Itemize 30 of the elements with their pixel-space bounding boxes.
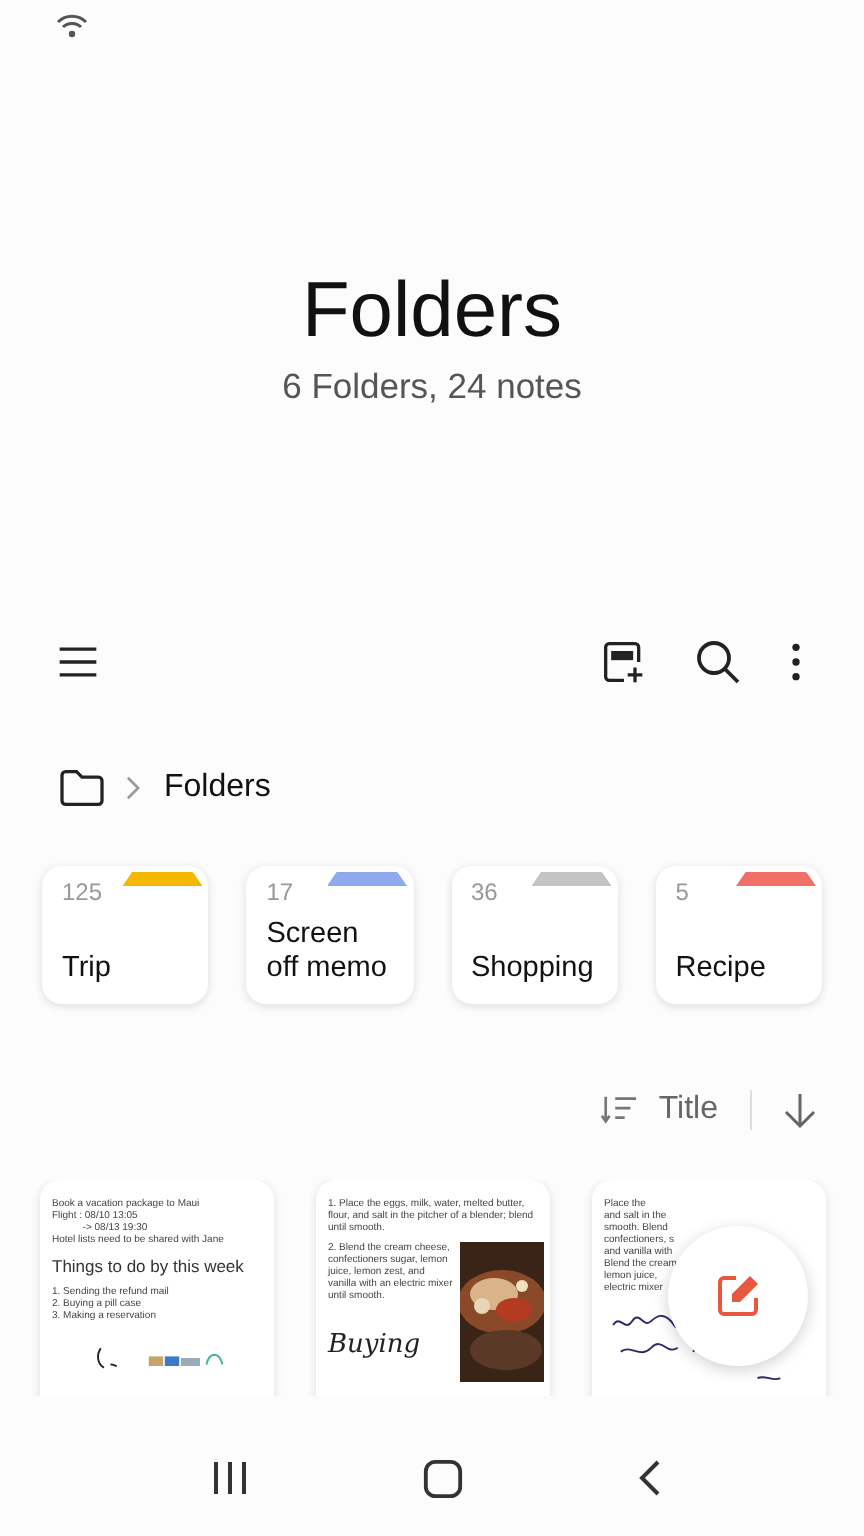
breadcrumb-item[interactable]: Folders <box>164 770 271 806</box>
sort-icon[interactable] <box>600 1094 639 1126</box>
folder-name: Recipe <box>675 952 768 986</box>
recent-apps-icon[interactable] <box>210 1458 251 1498</box>
note-count: 125 <box>62 878 105 906</box>
note-count: 5 <box>675 878 691 906</box>
folder-name: Screen off memo <box>266 918 389 986</box>
sort-button[interactable]: Title <box>658 1092 718 1128</box>
more-icon[interactable] <box>790 640 802 684</box>
page-title: Folders <box>301 265 563 357</box>
folder-summary: 6 Folders, 24 notes <box>282 365 582 407</box>
folder-icon[interactable] <box>58 768 106 808</box>
folder-card[interactable]: 36 Shopping <box>451 866 618 1004</box>
folder-card[interactable]: 125 Trip <box>42 866 209 1004</box>
folder-card[interactable]: 17 Screen off memo <box>246 866 413 1004</box>
note-count: 36 <box>471 878 500 906</box>
folder-name: Shopping <box>471 952 596 986</box>
chevron-icon <box>126 776 140 800</box>
folder-card[interactable]: 5 Recipe <box>655 866 822 1004</box>
note-count: 17 <box>266 878 296 906</box>
search-icon[interactable] <box>694 638 742 686</box>
down-arrow-icon[interactable] <box>784 1092 816 1128</box>
back-icon[interactable] <box>637 1458 662 1498</box>
note-text-line: Things to do by this week <box>52 1254 246 1278</box>
home-icon[interactable] <box>422 1457 465 1499</box>
handwritten-signature: Buying <box>328 1330 423 1360</box>
compose-icon <box>714 1272 762 1320</box>
pdf-add-icon[interactable] <box>602 638 646 686</box>
folder-name: Trip <box>62 952 113 986</box>
wifi-icon <box>56 14 88 38</box>
